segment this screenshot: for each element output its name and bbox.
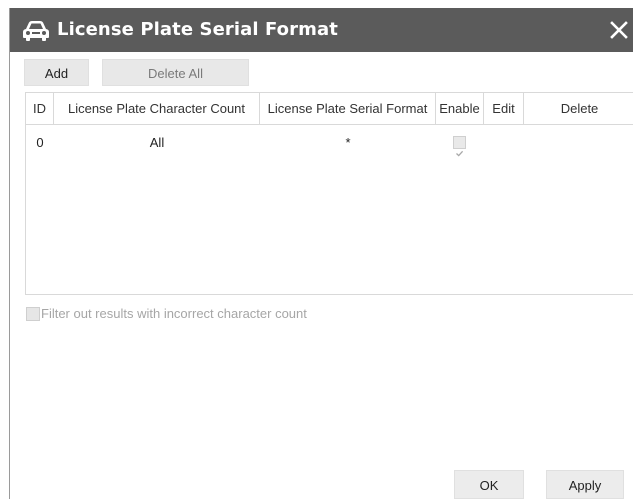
ok-button[interactable]: OK [454, 470, 524, 499]
filter-label: Filter out results with incorrect charac… [41, 306, 307, 321]
row-character-count: All [149, 135, 165, 150]
row-id: 0 [36, 135, 44, 150]
column-header-delete: Delete [560, 101, 599, 116]
filter-checkbox[interactable] [26, 307, 40, 321]
row-enable-cell [436, 125, 484, 161]
license-plate-serial-format-dialog: License Plate Serial Format Add Delete A… [9, 8, 633, 499]
delete-all-button[interactable]: Delete All [102, 59, 249, 86]
column-header-edit: Edit [484, 93, 524, 124]
table-header: ID License Plate Character Count License… [26, 93, 633, 125]
column-header-serial-format: License Plate Serial Format [260, 93, 436, 124]
dialog-titlebar: License Plate Serial Format [10, 8, 633, 52]
column-header-enable: Enable [436, 93, 484, 124]
table-row[interactable]: 0 All * [26, 125, 633, 161]
column-header-character-count: License Plate Character Count [54, 93, 260, 124]
check-icon [456, 150, 464, 157]
car-icon [21, 18, 51, 42]
row-serial-format: * [345, 135, 351, 150]
dialog-title: License Plate Serial Format [57, 19, 338, 40]
serial-format-table: ID License Plate Character Count License… [25, 92, 633, 295]
apply-button[interactable]: Apply [546, 470, 624, 499]
add-button[interactable]: Add [24, 59, 89, 86]
close-icon[interactable] [606, 17, 632, 43]
column-header-id: ID [26, 93, 54, 124]
enable-checkbox [453, 136, 466, 157]
